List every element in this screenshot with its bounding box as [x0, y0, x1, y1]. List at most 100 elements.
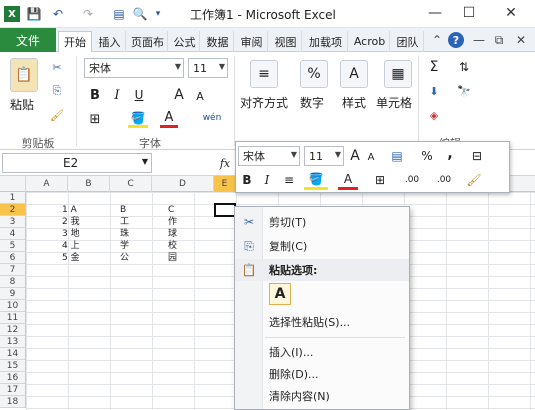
font-color-button[interactable]: A	[160, 110, 178, 128]
name-box[interactable]: E2 ▼	[2, 153, 152, 173]
sort-filter-icon[interactable]: ⇅	[454, 58, 474, 76]
tab-data[interactable]: 数据	[202, 31, 234, 52]
menu-item-cut[interactable]: ✂ 剪切(T)	[235, 211, 409, 233]
grow-font-button[interactable]: A	[170, 86, 188, 104]
menu-item-delete[interactable]: 删除(D)...	[235, 363, 409, 385]
column-header[interactable]: B	[68, 176, 110, 192]
tab-team[interactable]: 团队	[392, 31, 424, 52]
row-header[interactable]: 1	[0, 192, 26, 204]
cell[interactable]: 公	[120, 252, 129, 264]
mini-brush-icon[interactable]: 🖌	[464, 170, 484, 190]
row-header[interactable]: 5	[0, 240, 26, 252]
tab-page-layout[interactable]: 页面布	[128, 31, 168, 52]
cell[interactable]: 工	[120, 216, 129, 228]
styles-label[interactable]: 样式	[342, 94, 366, 111]
alignment-label[interactable]: 对齐方式	[240, 94, 288, 111]
row-header[interactable]: 13	[0, 336, 26, 348]
number-icon[interactable]: %	[300, 60, 328, 88]
shrink-font-button[interactable]: A	[192, 88, 208, 104]
mini-bold-button[interactable]: B	[238, 170, 256, 190]
fill-icon[interactable]: ⬇	[426, 82, 442, 100]
cell[interactable]: 5 金	[62, 252, 80, 264]
ribbon-collapse-icon[interactable]: ⌃	[430, 32, 444, 48]
mini-font-color-icon[interactable]: A	[338, 170, 358, 190]
close-workbook-icon[interactable]: ✕	[514, 32, 528, 48]
tab-acrobat[interactable]: Acrob	[350, 31, 390, 52]
cell[interactable]: B	[120, 204, 126, 216]
restore-button[interactable]: ☐	[452, 2, 486, 24]
cell[interactable]: 球	[168, 228, 177, 240]
print-preview-icon[interactable]: 🔍	[132, 6, 148, 22]
menu-item-paste-special[interactable]: 选择性粘贴(S)...	[235, 311, 409, 333]
mini-format-painter-icon[interactable]: ⊟	[466, 146, 488, 166]
mini-font-name-combo[interactable]: 宋体 ▼	[238, 146, 300, 166]
underline-button[interactable]: U	[130, 86, 148, 104]
tab-review[interactable]: 审阅	[236, 31, 268, 52]
cell[interactable]: 园	[168, 252, 177, 264]
tab-formulas[interactable]: 公式	[170, 31, 200, 52]
font-size-combo[interactable]: 11 ▼	[188, 58, 228, 78]
italic-button[interactable]: I	[108, 86, 126, 104]
cut-icon[interactable]: ✂	[48, 58, 66, 76]
cell[interactable]: C	[168, 204, 174, 216]
mini-comma-button[interactable]: ,	[442, 144, 458, 164]
row-header[interactable]: 10	[0, 300, 26, 312]
restore-workbook-icon[interactable]: ⧉	[492, 32, 506, 48]
fx-icon[interactable]: fx	[214, 153, 236, 173]
column-header[interactable]: D	[152, 176, 214, 192]
row-header[interactable]: 4	[0, 228, 26, 240]
styles-icon[interactable]: A	[340, 60, 368, 88]
number-label[interactable]: 数字	[300, 94, 324, 111]
cell[interactable]: 学	[120, 240, 129, 252]
redo-icon[interactable]: ↷	[78, 6, 98, 22]
cell[interactable]: 校	[168, 240, 177, 252]
alignment-icon[interactable]: ≡	[250, 60, 278, 88]
mini-decrease-decimal-button[interactable]: .00	[430, 170, 458, 190]
close-button[interactable]: ✕	[494, 2, 528, 24]
row-header[interactable]: 2	[0, 204, 26, 216]
tab-addins[interactable]: 加载项	[304, 31, 348, 52]
mini-italic-button[interactable]: I	[258, 170, 276, 190]
column-header[interactable]: C	[110, 176, 152, 192]
cell[interactable]: 作	[168, 216, 177, 228]
autosum-icon[interactable]: Σ	[426, 58, 442, 76]
tab-insert[interactable]: 插入	[94, 31, 126, 52]
cell[interactable]: 2 我	[62, 216, 80, 228]
save-icon[interactable]: 💾	[26, 6, 42, 22]
paste-icon[interactable]: 📋	[10, 58, 38, 92]
paste-label[interactable]: 粘贴	[10, 96, 34, 113]
minimize-workbook-icon[interactable]: —	[472, 32, 486, 48]
cell[interactable]: 珠	[120, 228, 129, 240]
fill-color-icon[interactable]: 🪣	[128, 110, 148, 128]
row-header[interactable]: 8	[0, 276, 26, 288]
bold-button[interactable]: B	[86, 86, 104, 104]
clear-icon[interactable]: ◈	[426, 106, 442, 124]
row-header[interactable]: 15	[0, 360, 26, 372]
tab-home[interactable]: 开始	[58, 31, 92, 52]
menu-item-insert[interactable]: 插入(I)...	[235, 341, 409, 363]
active-cell-e2[interactable]	[214, 203, 236, 217]
find-select-icon[interactable]: 🔭	[454, 82, 474, 100]
mini-increase-decimal-button[interactable]: .00	[398, 170, 426, 190]
mini-fill-color-icon[interactable]: 🪣	[304, 170, 328, 190]
mini-border-icon[interactable]: ⊞	[370, 170, 390, 190]
row-header[interactable]: 11	[0, 312, 26, 324]
cells-icon[interactable]: ▦	[384, 60, 412, 88]
column-header[interactable]: E	[214, 176, 236, 192]
row-header[interactable]: 12	[0, 324, 26, 336]
cell[interactable]: 3 地	[62, 228, 80, 240]
row-header[interactable]: 14	[0, 348, 26, 360]
minimize-button[interactable]: —	[418, 2, 452, 24]
column-header[interactable]: A	[26, 176, 68, 192]
cells-label[interactable]: 单元格	[376, 94, 412, 111]
row-header[interactable]: 7	[0, 264, 26, 276]
quick-access-dropdown-icon[interactable]: ▾	[152, 6, 164, 22]
row-header[interactable]: 3	[0, 216, 26, 228]
paste-option-values[interactable]: A	[269, 283, 291, 305]
menu-item-copy[interactable]: ⎘ 复制(C)	[235, 235, 409, 257]
row-header[interactable]: 6	[0, 252, 26, 264]
format-painter-icon[interactable]: 🖌	[48, 106, 66, 124]
mini-shrink-font-icon[interactable]: A	[364, 148, 378, 166]
row-header[interactable]: 17	[0, 384, 26, 396]
undo-icon[interactable]: ↶	[48, 6, 68, 22]
